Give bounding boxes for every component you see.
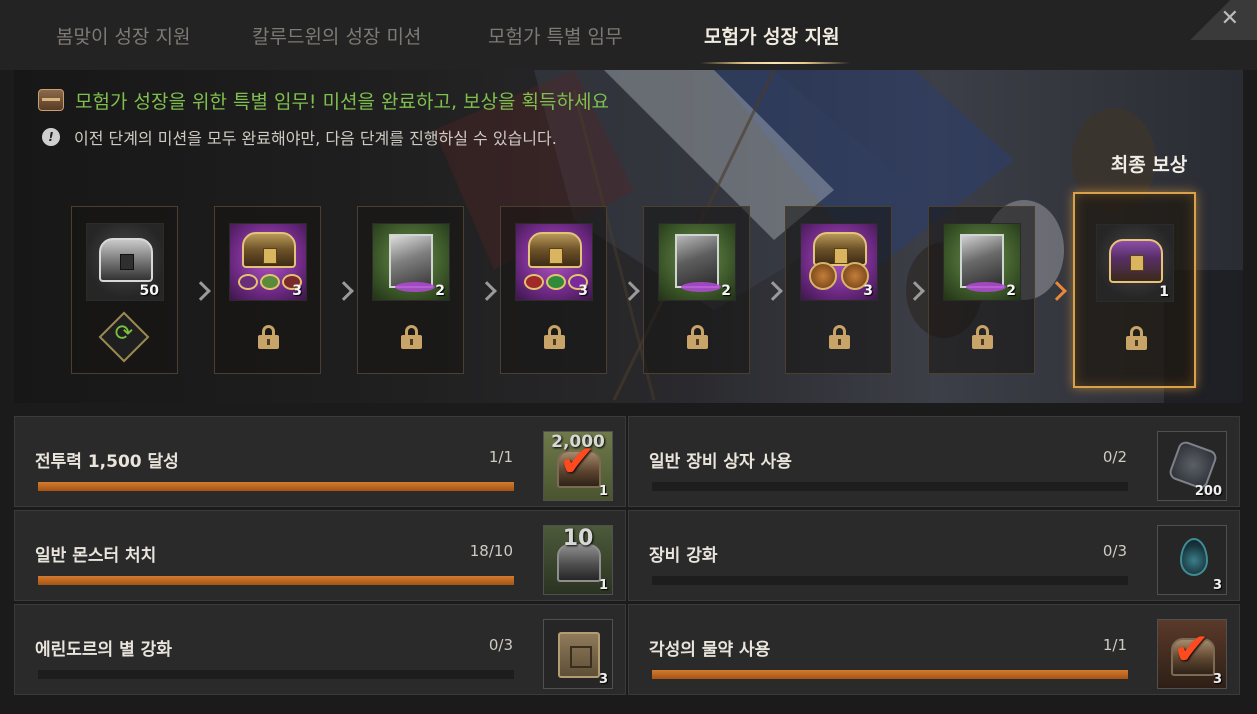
mission-count: 1/1 bbox=[1102, 636, 1127, 654]
reward-quantity: 3 bbox=[1212, 578, 1222, 593]
mission-power-1500[interactable]: 전투력 1,500 달성 1/1 2,000 ✔ 1 bbox=[14, 416, 626, 507]
info-icon: ! bbox=[42, 128, 60, 146]
mission-use-equipment-box[interactable]: 일반 장비 상자 사용 0/2 200 bbox=[628, 416, 1240, 507]
mission-count: 0/2 bbox=[1102, 448, 1127, 466]
cube-icon: 2 bbox=[943, 223, 1021, 301]
item-quantity: 2 bbox=[1006, 283, 1016, 299]
coin-icon: 3 bbox=[800, 223, 878, 301]
lock-icon bbox=[1126, 326, 1147, 350]
item-quantity: 1 bbox=[1159, 284, 1169, 300]
chest-check-icon[interactable]: 2,000 ✔ 1 bbox=[543, 431, 613, 501]
lock-icon bbox=[829, 325, 850, 349]
close-button[interactable]: ✕ bbox=[1177, 0, 1257, 40]
mission-title: 일반 장비 상자 사용 bbox=[649, 452, 792, 472]
mission-title: 에린도르의 별 강화 bbox=[35, 640, 172, 660]
item-quantity: 50 bbox=[139, 283, 159, 299]
item-quantity: 3 bbox=[292, 283, 302, 299]
progress-fill bbox=[38, 576, 514, 585]
check-icon: ✔ bbox=[559, 436, 596, 487]
progress-bar bbox=[38, 576, 514, 585]
item-quantity: 3 bbox=[578, 283, 588, 299]
lock-icon bbox=[972, 325, 993, 349]
final-stage-reward[interactable]: 1 bbox=[1073, 192, 1196, 388]
mission-count: 0/3 bbox=[488, 636, 513, 654]
item-quantity: 2 bbox=[435, 283, 445, 299]
mission-awakening-potion[interactable]: 각성의 물약 사용 1/1 ✔ 3 bbox=[628, 604, 1240, 695]
progress-bar bbox=[652, 576, 1128, 585]
tab-spring-growth-support[interactable]: 봄맞이 성장 지원 bbox=[56, 22, 190, 52]
lock-icon bbox=[687, 325, 708, 349]
mission-count: 18/10 bbox=[469, 542, 513, 560]
progress-bar bbox=[652, 482, 1128, 491]
tab-adventurer-growth-support[interactable]: 모험가 성장 지원 bbox=[704, 22, 840, 52]
lock-icon bbox=[258, 325, 279, 349]
lock-icon bbox=[401, 325, 422, 349]
item-quantity: 3 bbox=[863, 283, 873, 299]
reward-quantity: 1 bbox=[598, 484, 608, 499]
treasure-chest-icon bbox=[38, 89, 64, 111]
lock-icon bbox=[544, 325, 565, 349]
close-icon: ✕ bbox=[1220, 6, 1239, 31]
repeat-icon bbox=[98, 311, 150, 363]
mission-erindor-star-enhance[interactable]: 에린도르의 별 강화 0/3 3 bbox=[14, 604, 626, 695]
mission-title: 일반 몬스터 처치 bbox=[35, 546, 157, 566]
stage-1-reward[interactable]: 50 bbox=[71, 206, 178, 374]
mission-title: 장비 강화 bbox=[649, 546, 718, 566]
stage-3-reward[interactable]: 2 bbox=[357, 206, 464, 374]
progress-fill bbox=[652, 670, 1128, 679]
cube-icon: 2 bbox=[372, 223, 450, 301]
mission-title: 각성의 물약 사용 bbox=[649, 640, 771, 660]
cube-icon: 2 bbox=[658, 223, 736, 301]
reward-quantity: 1 bbox=[598, 578, 608, 593]
stage-5-reward[interactable]: 2 bbox=[643, 206, 750, 374]
mission-count: 0/3 bbox=[1102, 542, 1127, 560]
tab-kaludwin-growth-mission[interactable]: 칼루드윈의 성장 미션 bbox=[252, 22, 421, 52]
silver-chest-icon: 50 bbox=[86, 223, 164, 301]
stage-2-reward[interactable]: 3 bbox=[214, 206, 321, 374]
tab-adventurer-special-mission[interactable]: 모험가 특별 임무 bbox=[488, 22, 622, 52]
reward-top-text: 10 bbox=[562, 526, 594, 551]
stone-icon[interactable]: 200 bbox=[1157, 431, 1227, 501]
check-icon: ✔ bbox=[1173, 624, 1210, 675]
stage-7-reward[interactable]: 2 bbox=[928, 206, 1035, 374]
notice-text: 모험가 성장을 위한 특별 임무! 미션을 완료하고, 보상을 획득하세요 bbox=[75, 91, 609, 113]
reward-quantity: 3 bbox=[1212, 672, 1222, 687]
chest-check-icon[interactable]: ✔ 3 bbox=[1157, 619, 1227, 689]
gold-chest-icon: 1 bbox=[1096, 224, 1174, 302]
mission-kill-monsters[interactable]: 일반 몬스터 처치 18/10 10 1 bbox=[14, 510, 626, 601]
gem-chest-icon: 3 bbox=[229, 223, 307, 301]
scroll-icon[interactable]: 3 bbox=[543, 619, 613, 689]
reward-quantity: 3 bbox=[598, 672, 608, 687]
reward-quantity: 200 bbox=[1194, 484, 1222, 499]
final-reward-label: 최종 보상 bbox=[1110, 154, 1188, 176]
gem-chest-icon: 3 bbox=[515, 223, 593, 301]
active-tab-underline bbox=[700, 62, 850, 64]
stage-6-reward[interactable]: 3 bbox=[785, 206, 892, 374]
reward-banner: 모험가 성장을 위한 특별 임무! 미션을 완료하고, 보상을 획득하세요 ! … bbox=[14, 70, 1243, 403]
stage-4-reward[interactable]: 3 bbox=[500, 206, 607, 374]
mission-count: 1/1 bbox=[488, 448, 513, 466]
progress-fill bbox=[38, 482, 514, 491]
info-text: 이전 단계의 미션을 모두 완료해야만, 다음 단계를 진행하실 수 있습니다. bbox=[74, 129, 557, 148]
flag-background-illustration bbox=[434, 70, 1243, 403]
item-quantity: 2 bbox=[721, 283, 731, 299]
chest-icon[interactable]: 10 1 bbox=[543, 525, 613, 595]
progress-bar bbox=[652, 670, 1128, 679]
mission-title: 전투력 1,500 달성 bbox=[35, 452, 179, 472]
progress-bar bbox=[38, 670, 514, 679]
mission-equipment-enhance[interactable]: 장비 강화 0/3 3 bbox=[628, 510, 1240, 601]
drop-icon[interactable]: 3 bbox=[1157, 525, 1227, 595]
progress-bar bbox=[38, 482, 514, 491]
tab-bar: 봄맞이 성장 지원 칼루드윈의 성장 미션 모험가 특별 임무 모험가 성장 지… bbox=[0, 0, 1257, 70]
